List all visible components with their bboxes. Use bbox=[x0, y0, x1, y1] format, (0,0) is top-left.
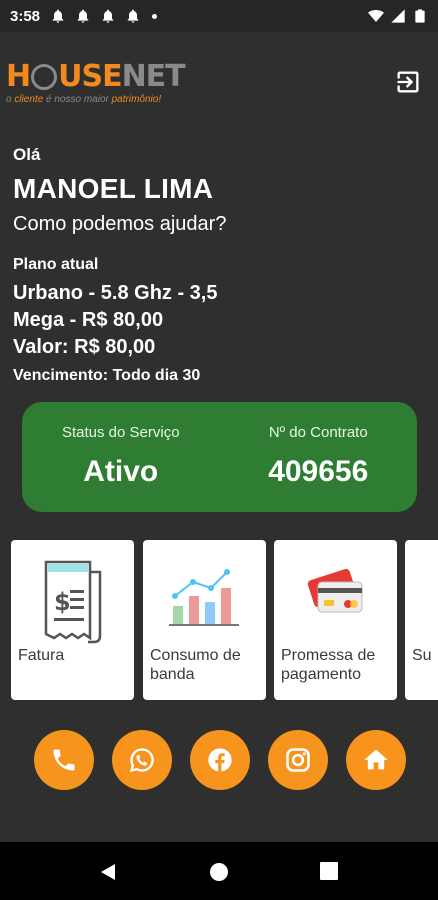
logo-tagline: o cliente é nosso maior patrimônio! bbox=[6, 94, 162, 105]
contract-number-label: Nº do Contrato bbox=[268, 424, 368, 441]
globe-icon bbox=[31, 64, 58, 90]
help-prompt: Como podemos ajudar? bbox=[13, 213, 227, 235]
tile-consumo-banda-label: Consumo de banda bbox=[150, 647, 241, 683]
greeting-hello: Olá bbox=[13, 145, 41, 164]
system-icons bbox=[368, 8, 428, 24]
contract-number: Nº do Contrato 409656 bbox=[220, 402, 418, 512]
signal-icon bbox=[391, 9, 405, 23]
current-plan-section: Plano atual Urbano - 5.8 Ghz - 3,5 Mega … bbox=[13, 256, 423, 385]
tile-suporte[interactable]: Su bbox=[405, 540, 438, 700]
plan-name-line1: Urbano - 5.8 Ghz - 3,5 bbox=[13, 282, 218, 304]
home-nav-icon[interactable] bbox=[209, 862, 229, 882]
phone-icon bbox=[53, 749, 75, 771]
app-header: H USE NET o cliente é nosso maior patrim… bbox=[0, 56, 438, 116]
plan-value: Valor: R$ 80,00 bbox=[13, 336, 156, 358]
system-nav-bar bbox=[0, 842, 438, 900]
facebook-button[interactable] bbox=[190, 730, 250, 790]
status-time: 3:58 bbox=[10, 7, 41, 25]
whatsapp-button[interactable] bbox=[112, 730, 172, 790]
bar-chart-icon bbox=[168, 569, 239, 626]
bell-icon bbox=[102, 9, 114, 23]
home-button[interactable] bbox=[346, 730, 406, 790]
back-icon[interactable] bbox=[98, 862, 118, 882]
bell-icon bbox=[127, 9, 139, 23]
tile-consumo-banda[interactable]: Consumo de banda bbox=[143, 540, 266, 700]
tile-fatura[interactable]: $ Fatura bbox=[11, 540, 134, 700]
contract-number-value: 409656 bbox=[268, 455, 369, 488]
wifi-icon bbox=[368, 10, 384, 22]
notification-icons bbox=[50, 8, 158, 24]
service-status: Status do Serviço Ativo bbox=[22, 402, 220, 512]
bell-icon bbox=[77, 9, 89, 23]
plan-name-line2: Mega - R$ 80,00 bbox=[13, 309, 164, 331]
invoice-icon: $ bbox=[44, 560, 101, 644]
service-status-card: Status do Serviço Ativo Nº do Contrato 4… bbox=[22, 402, 417, 512]
facebook-icon bbox=[208, 748, 232, 772]
plan-due-date: Vencimento: Todo dia 30 bbox=[13, 367, 201, 384]
recents-icon[interactable] bbox=[320, 862, 338, 880]
logout-icon[interactable] bbox=[394, 68, 422, 96]
service-status-value: Ativo bbox=[83, 455, 159, 488]
action-tiles: $ Fatura Consumo de banda Promessa de pa… bbox=[11, 540, 438, 700]
status-bar: 3:58 bbox=[0, 0, 438, 32]
svg-text:$: $ bbox=[54, 588, 71, 616]
greeting-section: Olá MANOEL LIMA Como podemos ajudar? bbox=[13, 145, 423, 236]
user-name: MANOEL LIMA bbox=[13, 173, 214, 204]
more-notifications-dot bbox=[152, 13, 158, 19]
home-icon bbox=[364, 749, 388, 770]
battery-icon bbox=[415, 9, 425, 23]
contact-buttons bbox=[0, 730, 438, 790]
plan-label: Plano atual bbox=[13, 256, 99, 273]
tile-suporte-label: Su bbox=[412, 647, 432, 664]
whatsapp-icon bbox=[129, 748, 154, 773]
instagram-button[interactable] bbox=[268, 730, 328, 790]
tile-promessa-pagamento-label: Promessa de pagamento bbox=[281, 647, 376, 683]
phone-button[interactable] bbox=[34, 730, 94, 790]
instagram-icon bbox=[286, 748, 310, 772]
tile-promessa-pagamento[interactable]: Promessa de pagamento bbox=[274, 540, 397, 700]
housenet-logo: H USE NET o cliente é nosso maior patrim… bbox=[6, 59, 186, 105]
credit-card-icon bbox=[307, 568, 362, 613]
service-status-label: Status do Serviço bbox=[61, 424, 180, 441]
bell-icon bbox=[52, 9, 64, 23]
tile-fatura-label: Fatura bbox=[18, 647, 65, 664]
